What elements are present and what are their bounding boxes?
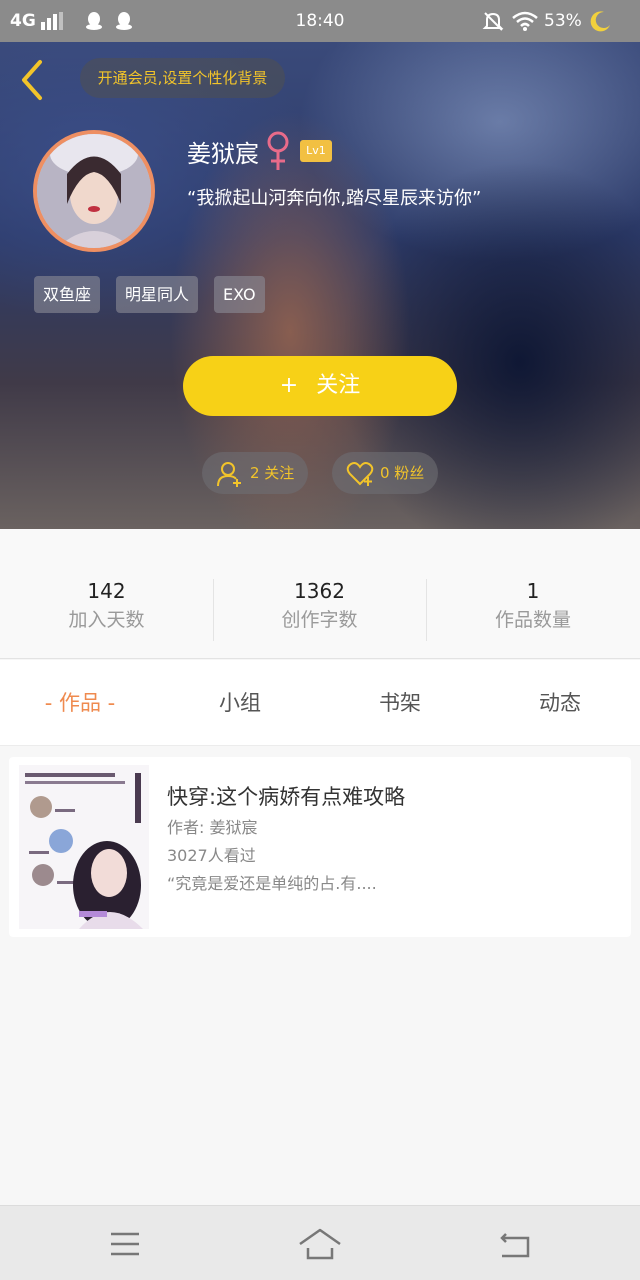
profile-stats: 142 加入天数 1362 创作字数 1 作品数量 — [0, 529, 640, 659]
menu-icon[interactable] — [103, 1228, 147, 1260]
status-bar: 4G 18:40 53% — [0, 0, 640, 42]
stat-words: 1362 创作字数 — [213, 579, 426, 632]
tab-groups[interactable]: 小组 — [160, 660, 320, 746]
fans-button[interactable]: 0 粉丝 — [332, 452, 438, 494]
stat-value: 1362 — [294, 579, 345, 603]
work-title[interactable]: 快穿:这个病娇有点难攻略 — [167, 781, 405, 811]
work-author: 作者: 姜狱宸 — [167, 818, 258, 837]
work-excerpt: “究竟是爱还是单纯的占.有.... — [167, 874, 377, 893]
work-views: 3027人看过 — [167, 846, 256, 865]
tag-zodiac[interactable]: 双鱼座 — [34, 276, 101, 313]
fans-count: 0 粉丝 — [380, 464, 425, 482]
level-badge: Lv1 — [300, 140, 332, 162]
tag-genre[interactable]: 明星同人 — [116, 276, 199, 313]
stat-value: 142 — [87, 579, 126, 603]
tab-activity[interactable]: 动态 — [480, 660, 640, 746]
plus-icon: + — [279, 373, 299, 398]
add-user-icon — [217, 462, 241, 487]
home-icon[interactable] — [298, 1228, 342, 1260]
book-cover[interactable] — [19, 765, 149, 929]
list-item[interactable]: 快穿:这个病娇有点难攻略 作者: 姜狱宸 3027人看过 “究竟是爱还是单纯的占… — [9, 757, 631, 937]
following-button[interactable]: 2 关注 — [202, 452, 308, 494]
battery-level: 53% — [544, 11, 582, 31]
avatar-image — [37, 134, 151, 248]
avatar[interactable] — [33, 130, 155, 252]
tab-bar: - 作品 - 小组 书架 动态 — [0, 660, 640, 746]
tab-works[interactable]: - 作品 - — [0, 660, 160, 746]
mute-bell-icon — [482, 12, 504, 31]
stat-label: 创作字数 — [281, 609, 358, 631]
system-nav-bar — [0, 1205, 640, 1280]
following-count: 2 关注 — [250, 464, 295, 482]
tag-group[interactable]: EXO — [214, 276, 265, 313]
signature: “我掀起山河奔向你,踏尽星辰来访你” — [187, 188, 482, 209]
follow-button[interactable]: + 关注 — [183, 356, 457, 416]
stat-works: 1 作品数量 — [426, 579, 640, 632]
book-cover-image — [19, 765, 149, 929]
username: 姜狱宸 — [187, 140, 259, 168]
tab-bookshelf[interactable]: 书架 — [320, 660, 480, 746]
profile-header: 开通会员,设置个性化背景 姜狱宸 Lv1 “我掀起山河奔向你,踏尽星辰来访你” … — [0, 42, 640, 529]
back-button[interactable] — [18, 58, 48, 102]
female-icon — [267, 131, 289, 170]
return-icon[interactable] — [494, 1228, 538, 1260]
stat-label: 作品数量 — [494, 609, 571, 631]
works-list: 快穿:这个病娇有点难攻略 作者: 姜狱宸 3027人看过 “究竟是爱还是单纯的占… — [0, 747, 640, 1205]
follow-label: 关注 — [316, 373, 361, 398]
heart-plus-icon — [346, 462, 374, 486]
stat-label: 加入天数 — [68, 609, 145, 631]
stat-value: 1 — [526, 579, 540, 603]
vip-background-button[interactable]: 开通会员,设置个性化背景 — [80, 58, 285, 98]
stat-days: 142 加入天数 — [0, 579, 213, 632]
wifi-icon — [512, 11, 538, 31]
moon-icon — [590, 11, 610, 32]
